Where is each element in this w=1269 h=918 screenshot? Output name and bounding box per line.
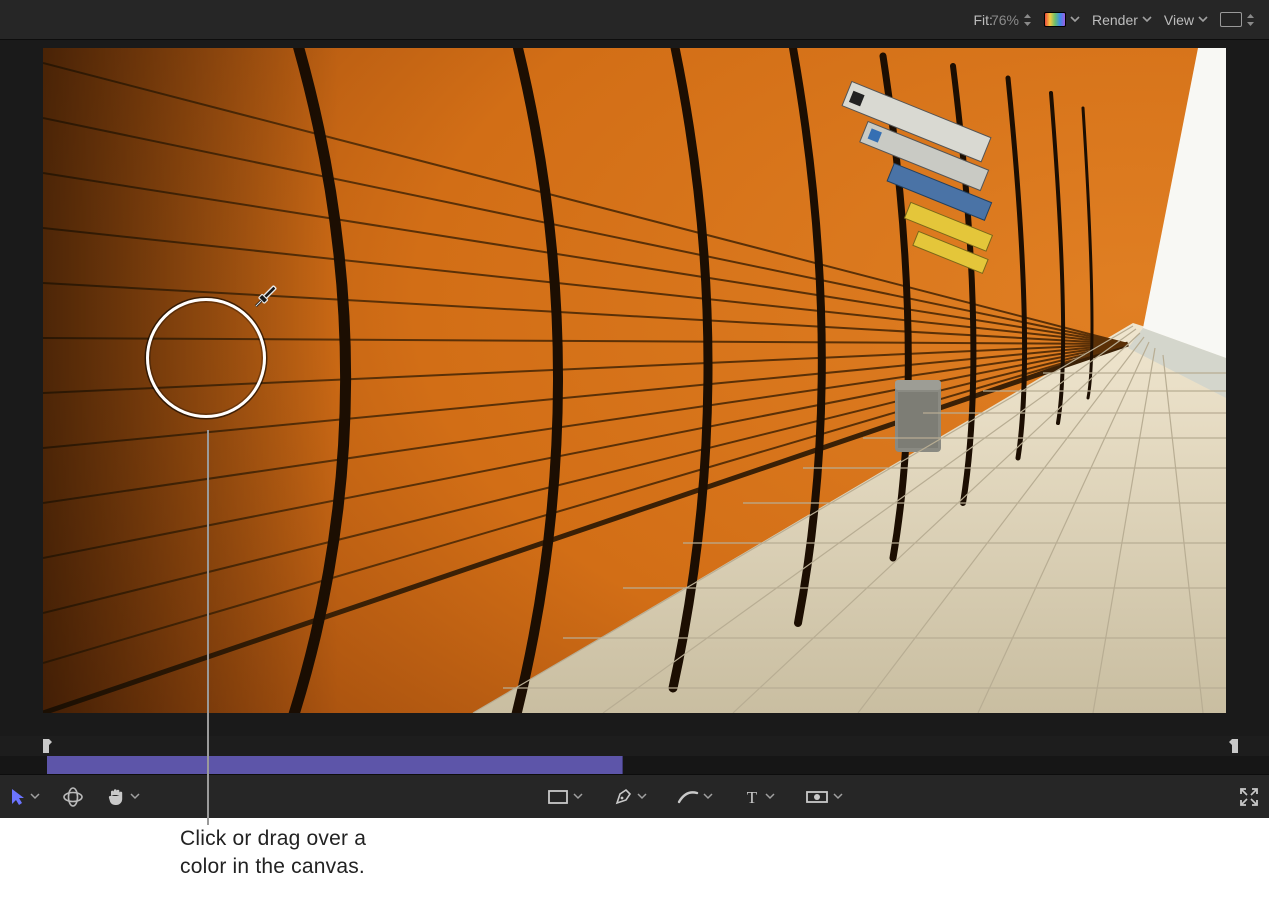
chevron-down-icon	[1142, 16, 1152, 23]
chevron-down-icon	[703, 793, 713, 800]
paint-stroke-tool[interactable]	[677, 788, 713, 806]
callout-leader-line	[207, 430, 209, 825]
fullscreen-toggle[interactable]	[1239, 787, 1259, 807]
updown-icon	[1246, 13, 1255, 27]
background-color-dropdown[interactable]	[1220, 12, 1255, 27]
callout-line2: color in the canvas.	[180, 855, 365, 878]
canvas-area	[0, 40, 1269, 736]
chevron-down-icon	[1070, 16, 1080, 23]
chevron-down-icon	[30, 793, 40, 800]
3d-transform-tool[interactable]	[62, 787, 84, 807]
shape-tool[interactable]	[547, 789, 583, 805]
text-tool[interactable]: T	[743, 788, 775, 806]
in-point-marker-icon[interactable]	[40, 736, 54, 756]
view-dropdown[interactable]: View	[1164, 12, 1208, 28]
select-tool[interactable]	[10, 788, 40, 806]
chevron-down-icon	[637, 793, 647, 800]
canvas-bg-icon	[1220, 12, 1242, 27]
viewer-top-toolbar: Fit: 76% Render View	[0, 0, 1269, 40]
chevron-down-icon	[833, 793, 843, 800]
render-label: Render	[1092, 12, 1138, 28]
callout-text: Click or drag over a color in the canvas…	[180, 825, 480, 882]
render-dropdown[interactable]: Render	[1092, 12, 1152, 28]
color-channels-icon	[1044, 12, 1066, 27]
chevron-down-icon	[130, 793, 140, 800]
pan-tool[interactable]	[106, 787, 140, 807]
timeline-clip[interactable]	[47, 756, 623, 774]
canvas[interactable]	[43, 48, 1226, 713]
canvas-bottom-toolbar: T	[0, 774, 1269, 818]
callout-line1: Click or drag over a	[180, 827, 366, 850]
chevron-down-icon	[1198, 16, 1208, 23]
updown-icon	[1023, 13, 1032, 27]
out-point-marker-icon[interactable]	[1227, 736, 1241, 756]
view-label: View	[1164, 12, 1194, 28]
fit-value: 76%	[991, 12, 1019, 28]
mini-timeline-ruler[interactable]	[0, 736, 1269, 756]
svg-text:T: T	[746, 788, 757, 806]
viewer-panel: Fit: 76% Render View	[0, 0, 1269, 818]
mini-timeline-track[interactable]	[0, 756, 1269, 774]
pen-tool[interactable]	[613, 787, 647, 807]
chevron-down-icon	[765, 793, 775, 800]
chevron-down-icon	[573, 793, 583, 800]
zoom-fit-dropdown[interactable]: Fit: 76%	[974, 12, 1032, 28]
mask-tool[interactable]	[805, 789, 843, 805]
color-channel-dropdown[interactable]	[1044, 12, 1080, 27]
